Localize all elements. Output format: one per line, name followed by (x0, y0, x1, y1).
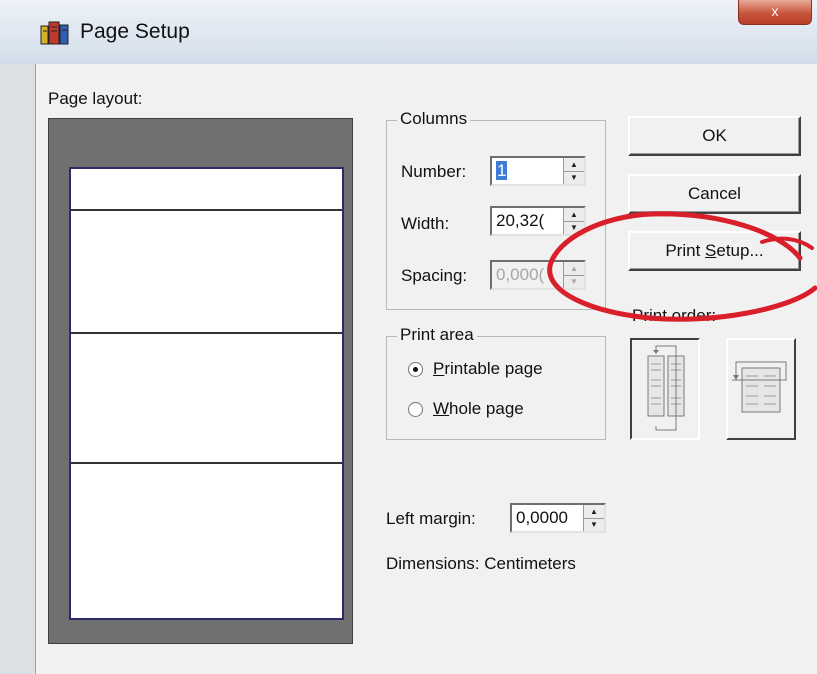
spin-up-icon[interactable]: ▲ (584, 505, 604, 519)
spin-up-icon[interactable]: ▲ (564, 208, 584, 222)
app-icon (40, 21, 69, 45)
number-spinner[interactable]: 1 ▲ ▼ (490, 156, 586, 186)
spin-down-icon: ▼ (570, 277, 578, 286)
spacing-spinner: 0,000( ▲ ▼ (490, 260, 586, 290)
width-spinner[interactable]: 20,32( ▲ ▼ (490, 206, 586, 236)
columns-group-title: Columns (397, 109, 471, 129)
print-order-label: Print order: (632, 306, 717, 325)
print-order-down-then-over[interactable] (630, 338, 700, 440)
page-layout-preview (48, 118, 353, 644)
over-then-down-icon (732, 361, 787, 413)
dialog-body: Page layout: Columns Number: 1 ▲ ▼ Width:… (35, 64, 817, 674)
spin-up-icon: ▲ (564, 262, 584, 276)
cancel-button[interactable]: Cancel (628, 174, 801, 214)
page-setup-dialog: Page Setup x Page layout: Columns Number… (0, 0, 817, 674)
left-margin-spinner[interactable]: 0,0000 ▲ ▼ (510, 503, 606, 533)
spin-down-icon[interactable]: ▼ (564, 221, 584, 234)
spin-up-icon[interactable]: ▲ (564, 158, 584, 172)
print-area-group: Print area (386, 325, 606, 440)
number-value[interactable]: 1 (496, 161, 508, 181)
spacing-label: Spacing: (401, 266, 468, 285)
column-divider (71, 332, 342, 334)
left-margin-label: Left margin: (386, 509, 476, 528)
print-setup-button[interactable]: Print Setup... (628, 231, 801, 271)
print-order-over-then-down[interactable] (726, 338, 796, 440)
close-button[interactable]: x (738, 0, 812, 25)
page-layout-label: Page layout: (48, 89, 143, 108)
number-label: Number: (401, 162, 467, 181)
column-divider (71, 209, 342, 211)
dimensions-text: Dimensions: Centimeters (386, 554, 576, 573)
print-area-group-title: Print area (397, 325, 477, 345)
printable-page-label[interactable]: Printable page (433, 359, 543, 379)
down-then-over-icon (647, 345, 685, 431)
title-bar: Page Setup x (0, 0, 817, 64)
window-title: Page Setup (80, 20, 190, 43)
left-margin-value[interactable]: 0,0000 (516, 508, 582, 528)
ok-button[interactable]: OK (628, 116, 801, 156)
width-value[interactable]: 20,32( (496, 211, 562, 231)
spin-down-icon[interactable]: ▼ (584, 518, 604, 531)
width-label: Width: (401, 214, 450, 233)
whole-page-radio[interactable] (408, 402, 423, 417)
spin-down-icon[interactable]: ▼ (564, 171, 584, 184)
column-divider (71, 462, 342, 464)
paper-preview (69, 167, 344, 620)
whole-page-label[interactable]: Whole page (433, 399, 524, 419)
printable-page-radio[interactable] (408, 362, 423, 377)
spacing-value: 0,000( (496, 265, 545, 284)
